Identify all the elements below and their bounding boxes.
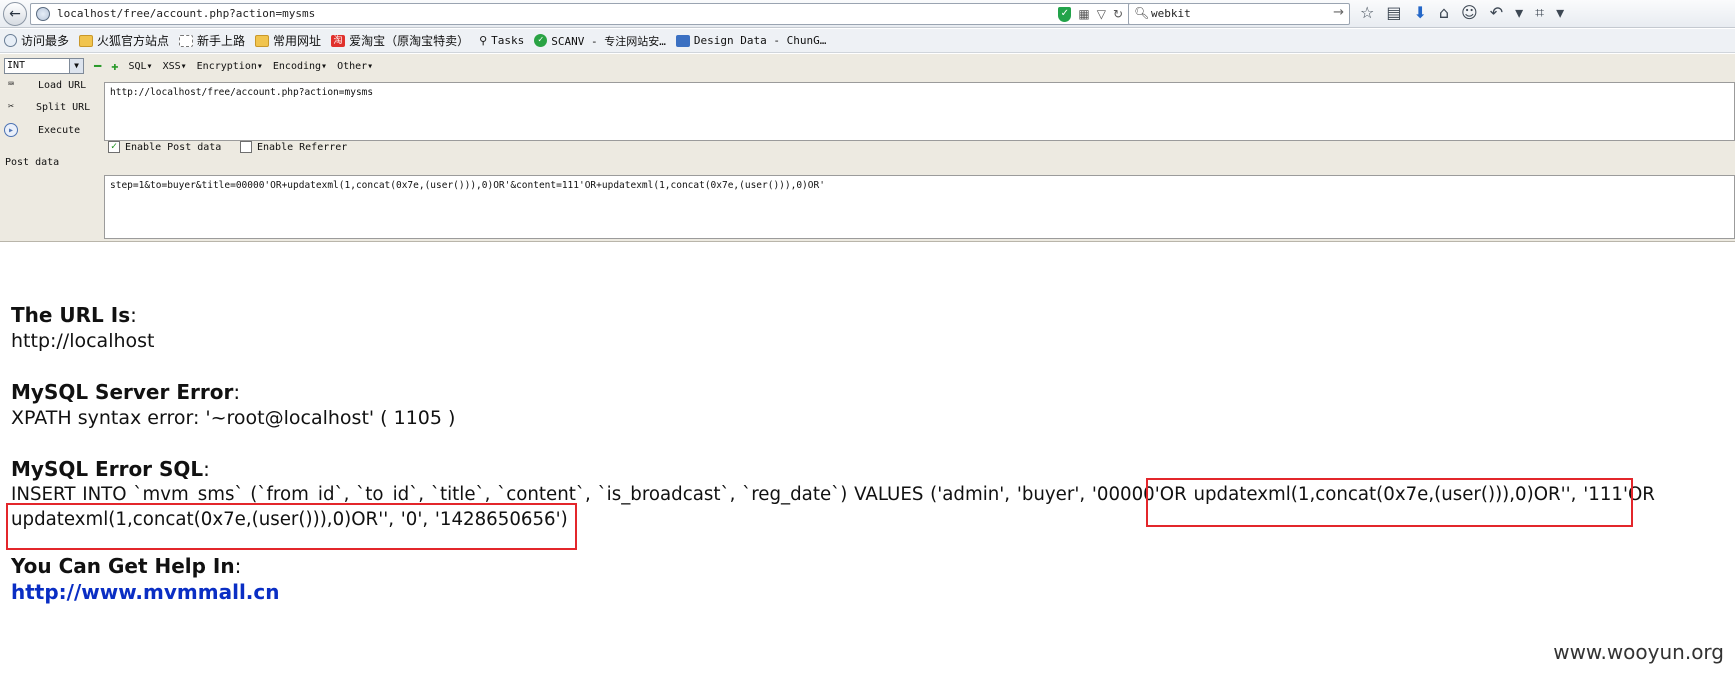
- bookmark-design-data[interactable]: Design Data - ChunG…: [675, 34, 826, 47]
- search-bar[interactable]: 🔍︎ webkit →: [1128, 3, 1350, 25]
- colon: :: [234, 554, 242, 578]
- page-icon: [179, 34, 194, 47]
- star-icon[interactable]: ☆: [1360, 3, 1374, 23]
- folder-icon: [79, 34, 94, 47]
- colon: :: [203, 457, 210, 481]
- bookmarks-bar: 访问最多 火狐官方站点 新手上路 常用网址 淘 爱淘宝（原淘宝特卖） ⚲ Tas…: [0, 29, 1735, 53]
- bookmark-firefox-site[interactable]: 火狐官方站点: [79, 32, 169, 49]
- check-icon: ✓: [534, 34, 548, 47]
- taobao-icon: 淘: [331, 34, 346, 47]
- dropdown-icon[interactable]: ▾: [1515, 3, 1523, 23]
- menu-encryption[interactable]: Encryption▾: [197, 61, 263, 72]
- highlight-box-title: [1146, 478, 1633, 527]
- minus-icon[interactable]: ━: [94, 59, 101, 73]
- url-value: http://localhost: [11, 330, 155, 352]
- server-error-value: XPATH syntax error: '~root@localhost' ( …: [11, 407, 456, 429]
- url-textarea[interactable]: http://localhost/free/account.php?action…: [104, 82, 1735, 141]
- load-icon: ⌨: [7, 79, 15, 90]
- address-bar[interactable]: localhost/free/account.php?action=mysms …: [30, 3, 1132, 25]
- bookmark-tasks[interactable]: ⚲ Tasks: [479, 34, 524, 47]
- bookmark-common-sites[interactable]: 常用网址: [255, 32, 321, 49]
- bookmark-taobao[interactable]: 淘 爱淘宝（原淘宝特卖）: [331, 32, 469, 49]
- hackbar-menu: INT ▼ ━ ✚ SQL▾ XSS▾ Encryption▾ Encoding…: [0, 57, 373, 75]
- address-text: localhost/free/account.php?action=mysms: [57, 7, 316, 20]
- globe-icon: [4, 34, 17, 47]
- folder-icon: [255, 34, 270, 47]
- back-arrow-icon[interactable]: ←: [3, 2, 27, 26]
- checkbox-checked-icon: ✓: [108, 141, 120, 153]
- watermark: www.wooyun.org: [1553, 640, 1724, 664]
- server-error-heading: MySQL Server Error: [11, 380, 234, 404]
- download-icon[interactable]: ⬇: [1413, 3, 1426, 23]
- bookmark-most-visited[interactable]: 访问最多: [4, 32, 69, 49]
- dropdown-icon[interactable]: ▽: [1097, 7, 1106, 22]
- load-url-button[interactable]: ⌨ Load URL: [0, 78, 86, 92]
- split-url-button[interactable]: ✂ Split URL: [0, 100, 90, 114]
- hackbar-panel: INT ▼ ━ ✚ SQL▾ XSS▾ Encryption▾ Encoding…: [0, 54, 1735, 242]
- post-data-textarea[interactable]: step=1&to=buyer&title=00000'OR+updatexml…: [104, 175, 1735, 239]
- chat-icon[interactable]: ☺: [1461, 3, 1478, 23]
- url-heading: The URL Is: [11, 303, 131, 327]
- qr-icon[interactable]: ▦: [1078, 7, 1089, 22]
- reader-icon[interactable]: ▤: [1386, 3, 1401, 23]
- play-icon: ▸: [4, 123, 18, 137]
- help-heading: You Can Get Help In: [11, 554, 235, 578]
- plus-icon[interactable]: ✚: [111, 59, 118, 73]
- execute-button[interactable]: ▸ Execute: [0, 123, 80, 137]
- shield-icon[interactable]: ✓: [1058, 7, 1072, 22]
- bookmark-getting-started[interactable]: 新手上路: [179, 32, 245, 49]
- sql-heading: MySQL Error SQL: [11, 457, 204, 481]
- enable-post-checkbox[interactable]: ✓ Enable Post data: [108, 141, 221, 153]
- type-select[interactable]: INT ▼: [4, 58, 84, 74]
- stack-icon: [675, 34, 690, 47]
- reload-icon[interactable]: ↻: [1113, 7, 1123, 22]
- bookmark-scanv[interactable]: ✓ SCANV - 专注网站安…: [534, 33, 666, 49]
- search-icon: ⚲: [479, 34, 488, 47]
- help-link[interactable]: http://www.mvmmall.cn: [11, 580, 280, 604]
- menu-sql[interactable]: SQL▾: [128, 61, 152, 72]
- undo-icon[interactable]: ↶: [1490, 3, 1503, 23]
- colon: :: [130, 303, 137, 327]
- globe-icon: [36, 7, 50, 21]
- page-content: The URL Is: http://localhost MySQL Serve…: [11, 302, 1726, 605]
- scissors-icon: ✂: [7, 101, 15, 112]
- search-text: webkit: [1151, 7, 1191, 20]
- search-icon: 🔍︎: [1134, 6, 1150, 20]
- browser-navbar: ← localhost/free/account.php?action=mysm…: [0, 0, 1735, 28]
- checkbox-empty-icon: [240, 141, 252, 153]
- home-icon[interactable]: ⌂: [1439, 3, 1449, 23]
- go-arrow-icon[interactable]: →: [1333, 5, 1344, 20]
- chevron-down-icon: ▼: [69, 59, 83, 73]
- post-data-label: Post data: [5, 157, 60, 168]
- menu-xss[interactable]: XSS▾: [163, 61, 187, 72]
- menu-encoding[interactable]: Encoding▾: [273, 61, 327, 72]
- highlight-box-content: [6, 503, 577, 550]
- enable-referrer-checkbox[interactable]: Enable Referrer: [240, 141, 347, 153]
- dropdown-icon[interactable]: ▾: [1556, 3, 1564, 23]
- crop-icon[interactable]: ⌗: [1535, 3, 1544, 23]
- menu-other[interactable]: Other▾: [337, 61, 373, 72]
- colon: :: [233, 380, 241, 404]
